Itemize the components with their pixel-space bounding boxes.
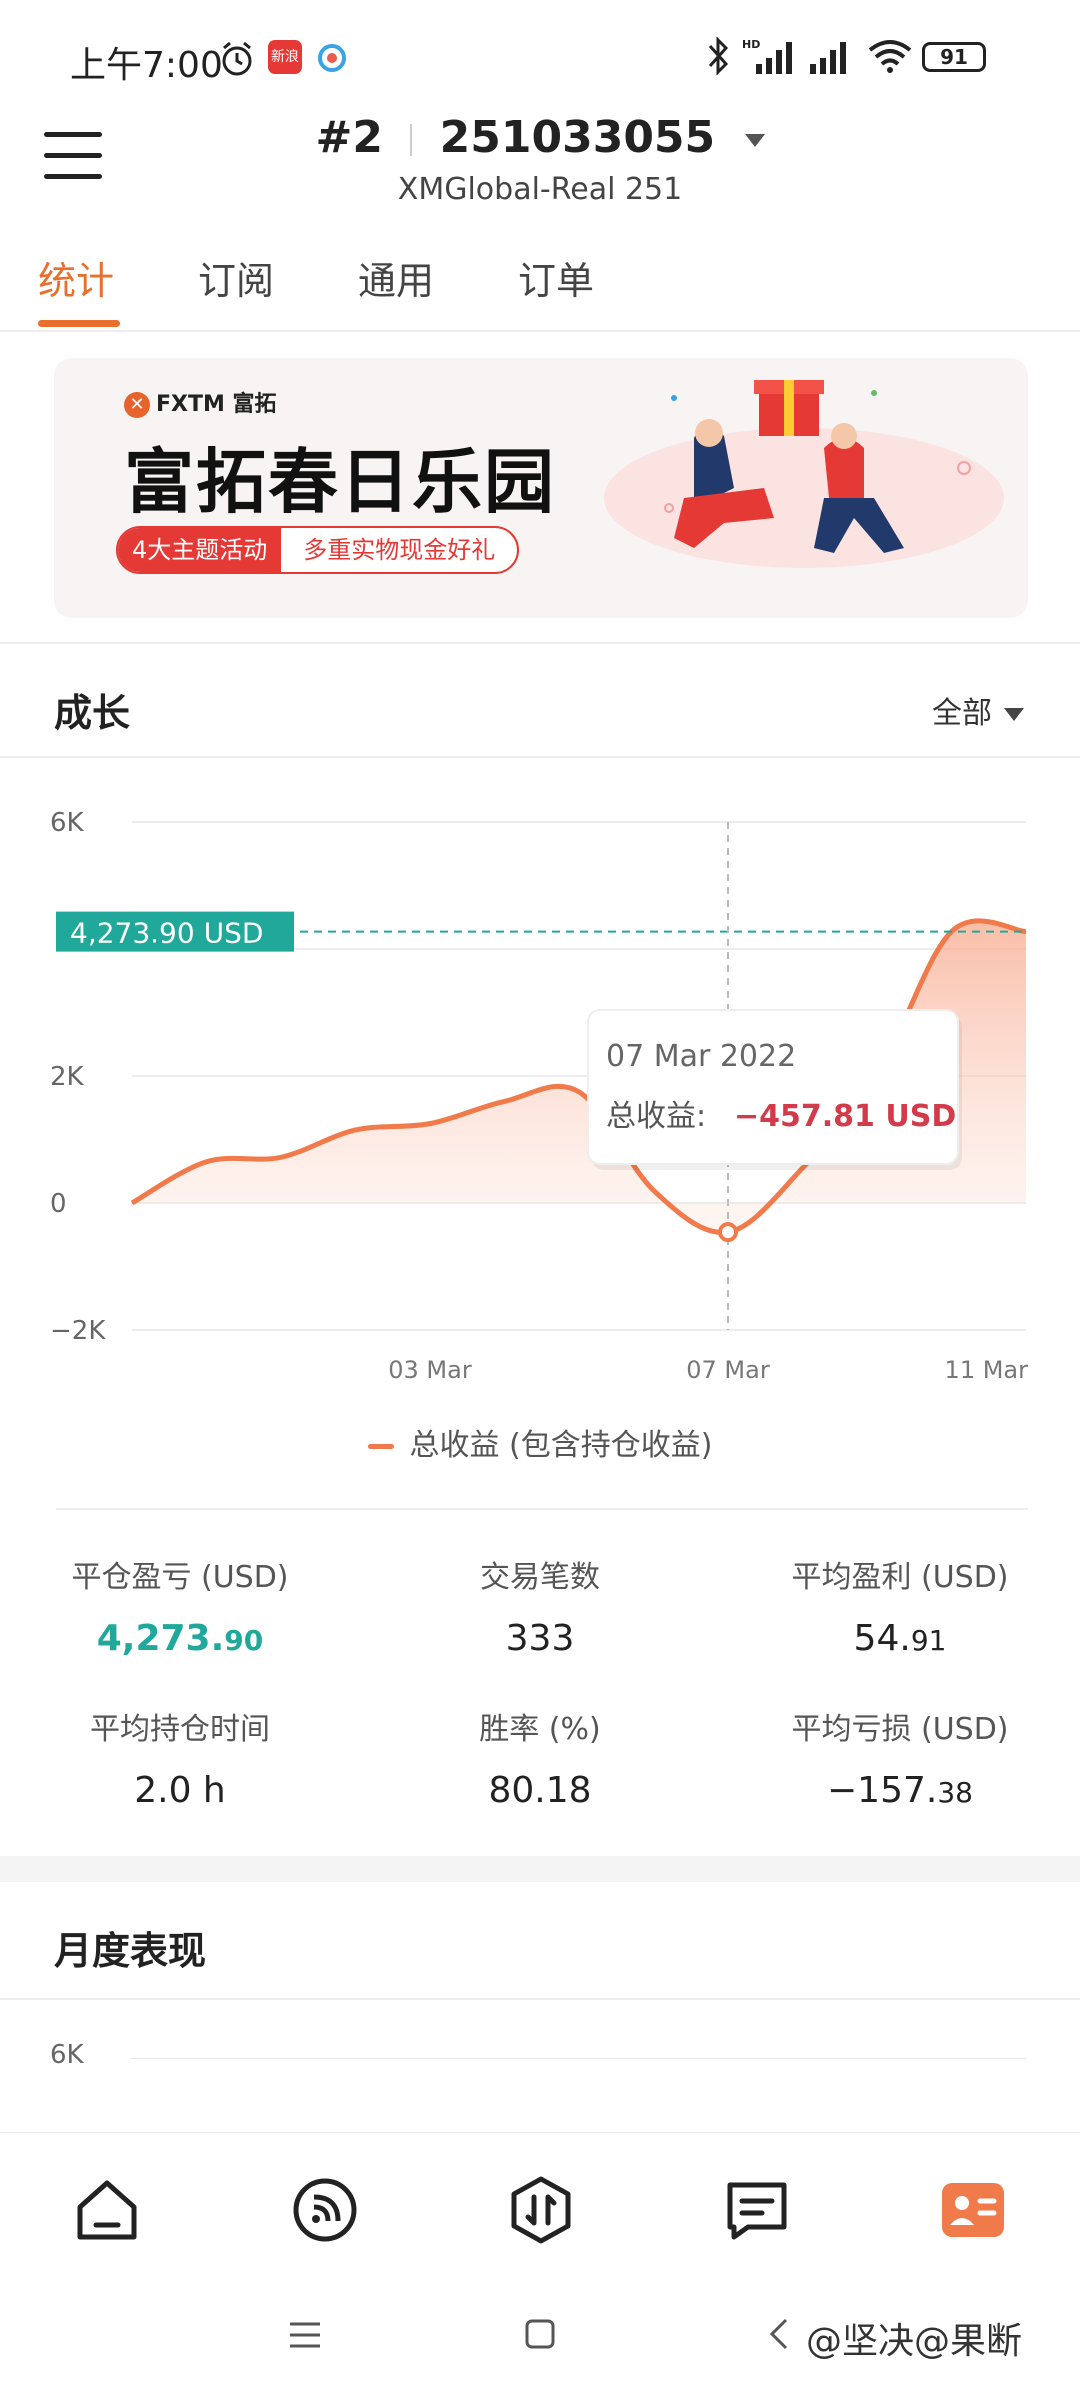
banner-brand: ✕ FXTM 富拓 bbox=[124, 386, 277, 418]
nav-feed-icon[interactable] bbox=[290, 2175, 360, 2245]
stat-label: 平均盈利 (USD) bbox=[791, 1560, 1009, 1595]
stat-value: −157.38 bbox=[827, 1770, 973, 1811]
account-header: #2 251033055 XMGlobal-Real 251 bbox=[0, 110, 1080, 230]
legend-label: 总收益 (包含持仓收益) bbox=[409, 1428, 713, 1463]
stat-value: 4,273.90 bbox=[96, 1618, 264, 1659]
monthly-gridline bbox=[130, 2058, 1026, 2059]
nav-profile-icon[interactable] bbox=[938, 2175, 1008, 2245]
y-tick-label: 6K bbox=[50, 808, 85, 838]
current-value-label: 4,273.90 USD bbox=[70, 917, 263, 950]
x-tick-label: 03 Mar bbox=[388, 1356, 472, 1384]
growth-chart[interactable]: 6K 2K 0 −2K 4,273.90 USD 03 Mar 07 Mar 11 Mar 07… bbox=[0, 760, 1080, 1520]
system-navigation-bar: @坚决@果断 bbox=[0, 2272, 1080, 2400]
x-tick-label: 07 Mar bbox=[686, 1356, 770, 1384]
tab-subscribe[interactable]: 订阅 bbox=[198, 250, 274, 305]
stat-value: 80.18 bbox=[488, 1770, 592, 1811]
stat-closed-pnl: 平仓盈亏 (USD) 4,273.90 bbox=[10, 1552, 350, 1659]
stat-label: 胜率 (%) bbox=[479, 1712, 601, 1747]
back-icon[interactable] bbox=[766, 2316, 790, 2356]
section-divider bbox=[0, 642, 1080, 644]
chart-legend[interactable]: 总收益 (包含持仓收益) bbox=[0, 1420, 1080, 1464]
stats-divider bbox=[56, 1508, 1028, 1510]
monthly-y-tick: 6K bbox=[50, 2040, 84, 2070]
signal-icon bbox=[806, 36, 856, 80]
bottom-navigation bbox=[0, 2132, 1080, 2273]
account-server: XMGlobal-Real 251 bbox=[397, 172, 683, 207]
tooltip-box bbox=[587, 1009, 959, 1165]
stat-avg-loss: 平均亏损 (USD) −157.38 bbox=[730, 1704, 1070, 1811]
growth-chart-svg: 6K 2K 0 −2K 4,273.90 USD 03 Mar 07 Mar 11 Mar 07… bbox=[50, 808, 1029, 1384]
stat-trade-count: 交易笔数 333 bbox=[370, 1552, 710, 1659]
tab-orders[interactable]: 订单 bbox=[518, 250, 594, 305]
home-square-icon[interactable] bbox=[524, 2318, 556, 2354]
stat-avg-profit: 平均盈利 (USD) 54.91 bbox=[730, 1552, 1070, 1659]
stat-label: 交易笔数 bbox=[480, 1560, 600, 1595]
stat-label: 平均亏损 (USD) bbox=[791, 1712, 1009, 1747]
chevron-down-icon bbox=[1004, 708, 1024, 721]
banner-illustration bbox=[574, 358, 1028, 618]
growth-section-header: 成长 全部 bbox=[0, 646, 1080, 758]
stat-avg-hold-time: 平均持仓时间 2.0 h bbox=[10, 1704, 350, 1811]
nav-home-icon[interactable] bbox=[72, 2175, 142, 2245]
fxtm-logo-icon: ✕ bbox=[124, 392, 150, 418]
nav-messages-icon[interactable] bbox=[722, 2175, 792, 2245]
growth-filter-dropdown[interactable]: 全部 bbox=[932, 688, 1024, 732]
wifi-icon bbox=[866, 38, 914, 78]
stat-win-rate: 胜率 (%) 80.18 bbox=[370, 1704, 710, 1811]
monthly-section-header: 月度表现 bbox=[0, 1882, 1080, 2000]
tooltip-date: 07 Mar 2022 bbox=[606, 1039, 796, 1074]
recents-icon[interactable] bbox=[288, 2320, 322, 2354]
promo-banner[interactable]: ✕ FXTM 富拓 富拓春日乐园 4大主题活动 多重实物现金好礼 bbox=[54, 358, 1028, 618]
tooltip-label: 总收益: bbox=[606, 1099, 706, 1134]
camera-app-icon bbox=[314, 40, 350, 80]
active-tab-indicator bbox=[38, 320, 120, 327]
banner-title: 富拓春日乐园 bbox=[124, 441, 556, 523]
banner-pill-right: 多重实物现金好礼 bbox=[303, 536, 496, 564]
section-gap bbox=[0, 1856, 1080, 1882]
alarm-icon bbox=[218, 40, 256, 82]
stat-label: 平均持仓时间 bbox=[90, 1712, 270, 1747]
tooltip-value: −457.81 USD bbox=[734, 1099, 956, 1134]
y-tick-label: 2K bbox=[50, 1062, 85, 1092]
tab-statistics[interactable]: 统计 bbox=[38, 250, 114, 305]
legend-line-icon bbox=[367, 1444, 394, 1449]
tab-bar: 统计 订阅 通用 订单 bbox=[0, 230, 1080, 332]
bluetooth-icon bbox=[706, 36, 732, 80]
account-dropdown-icon bbox=[744, 133, 765, 147]
status-time: 上午7:00 bbox=[70, 45, 223, 86]
account-selector[interactable]: #2 251033055 bbox=[0, 112, 1080, 163]
y-tick-label: −2K bbox=[50, 1316, 106, 1346]
banner-pill: 4大主题活动 多重实物现金好礼 bbox=[116, 526, 520, 574]
stat-value: 333 bbox=[505, 1618, 575, 1659]
x-tick-label: 11 Mar bbox=[945, 1356, 1029, 1384]
signal-hd-icon: HD bbox=[742, 36, 796, 80]
growth-filter-label: 全部 bbox=[932, 696, 992, 731]
nav-trade-icon[interactable] bbox=[506, 2175, 576, 2245]
account-number: #2 bbox=[315, 112, 383, 163]
status-bar: 上午7:00 新浪 HD 91 bbox=[0, 0, 1080, 110]
stat-value: 2.0 h bbox=[134, 1770, 226, 1811]
stat-value: 54.91 bbox=[853, 1618, 947, 1659]
tab-general[interactable]: 通用 bbox=[358, 250, 434, 305]
monthly-title: 月度表现 bbox=[54, 1929, 207, 1973]
watermark: @坚决@果断 bbox=[806, 2321, 1023, 2362]
banner-pill-left: 4大主题活动 bbox=[118, 528, 282, 572]
battery-icon: 91 bbox=[922, 42, 986, 72]
account-id: 251033055 bbox=[439, 112, 716, 163]
news-app-icon: 新浪 bbox=[268, 40, 302, 74]
tooltip-marker bbox=[718, 1222, 738, 1243]
stat-label: 平仓盈亏 (USD) bbox=[71, 1560, 289, 1595]
svg-text:HD: HD bbox=[742, 38, 760, 51]
y-tick-label: 0 bbox=[50, 1189, 67, 1219]
growth-title: 成长 bbox=[54, 691, 131, 735]
